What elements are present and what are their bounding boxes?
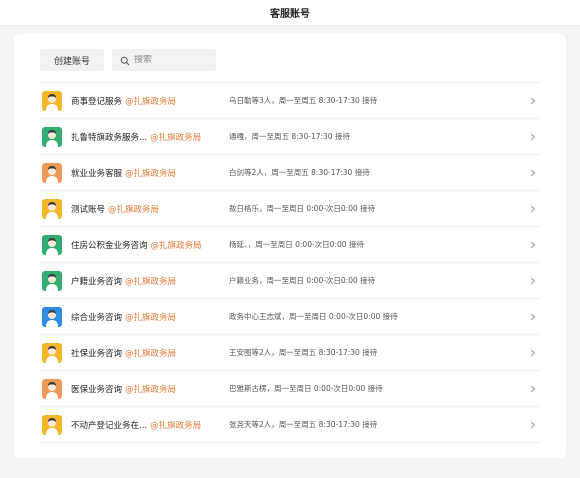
account-description: 杨延、，周一至周日 0:00-次日0:00 接待 [229, 240, 364, 249]
person-icon [42, 198, 62, 219]
account-name: 测试账号 [71, 204, 106, 215]
account-org: @扎旗政务局 [125, 276, 177, 287]
account-name-wrap: 综合业务咨询 @扎旗政务局 [71, 311, 229, 323]
chevron-right-icon [526, 205, 540, 213]
account-name-wrap: 医保业务咨询 @扎旗政务局 [71, 383, 229, 395]
chevron-right-icon [526, 421, 540, 429]
account-row[interactable]: 户籍业务咨询 @扎旗政务局 户籍业务，周一至周日 0:00-次日0:00 接待 [40, 263, 540, 299]
account-row[interactable]: 社保业务咨询 @扎旗政务局 王安图等2人，周一至周五 8:30-17:30 接待 [40, 335, 540, 371]
account-org: @扎旗政务局 [150, 420, 202, 431]
person-icon [42, 234, 62, 255]
person-icon [42, 306, 62, 327]
chevron-right-icon [526, 241, 540, 249]
create-account-button[interactable]: 创建账号 [40, 49, 104, 71]
account-org: @扎旗政务局 [125, 168, 177, 179]
account-name: 不动产登记业务在... [71, 420, 148, 431]
person-icon [42, 162, 62, 183]
account-name: 医保业务咨询 [71, 384, 123, 395]
chevron-right-icon [526, 133, 540, 141]
account-description: 张尧天等2人，周一至周五 8:30-17:30 接待 [229, 420, 378, 429]
account-row[interactable]: 不动产登记业务在... @扎旗政务局 张尧天等2人，周一至周五 8:30-17:3… [40, 407, 540, 443]
account-list: 商事登记服务 @扎旗政务局 乌日勒等3人，周一至周五 8:30-17:30 接待 … [40, 82, 540, 443]
account-row[interactable]: 测试账号 @扎旗政务局 敖日格乐，周一至周日 0:00-次日0:00 接待 [40, 191, 540, 227]
account-row[interactable]: 商事登记服务 @扎旗政务局 乌日勒等3人，周一至周五 8:30-17:30 接待 [40, 83, 540, 119]
account-org: @扎旗政务局 [150, 132, 202, 143]
account-name: 扎鲁特旗政务服务... [71, 132, 148, 143]
person-icon [42, 126, 62, 147]
person-icon [42, 378, 62, 399]
account-description: 乌日勒等3人，周一至周五 8:30-17:30 接待 [229, 96, 378, 105]
account-description: 白剑等2人，周一至周五 8:30-17:30 接待 [229, 168, 370, 177]
account-name: 就业业务客服 [71, 168, 123, 179]
account-row[interactable]: 就业业务客服 @扎旗政务局 白剑等2人，周一至周五 8:30-17:30 接待 [40, 155, 540, 191]
account-description: 敖日格乐，周一至周日 0:00-次日0:00 接待 [229, 204, 376, 213]
person-icon [42, 90, 62, 111]
account-name-wrap: 就业业务客服 @扎旗政务局 [71, 167, 229, 179]
account-name-wrap: 户籍业务咨询 @扎旗政务局 [71, 275, 229, 287]
account-description: 王安图等2人，周一至周五 8:30-17:30 接待 [229, 348, 378, 357]
account-description: 通嘎，周一至周五 8:30-17:30 接待 [229, 132, 350, 141]
account-name-wrap: 测试账号 @扎旗政务局 [71, 203, 229, 215]
account-org: @扎旗政务局 [125, 348, 177, 359]
account-card: 创建账号 商事登记服务@扎旗政务局 乌日勒等3人，周一至周五 8:30-17:3… [14, 34, 566, 458]
account-row[interactable]: 医保业务咨询 @扎旗政务局 巴雅斯古楞，周一至周日 0:00-次日0:00 接待 [40, 371, 540, 407]
account-org: @扎旗政务局 [125, 384, 177, 395]
search-box[interactable] [112, 49, 216, 71]
search-icon [120, 51, 130, 70]
search-input[interactable] [134, 55, 206, 65]
account-name: 住房公积金业务咨询 [71, 240, 148, 251]
account-row[interactable]: 住房公积金业务咨询 @扎旗政务局 杨延、，周一至周日 0:00-次日0:00 接待 [40, 227, 540, 263]
chevron-right-icon [526, 277, 540, 285]
account-name: 综合业务咨询 [71, 312, 123, 323]
account-name-wrap: 社保业务咨询 @扎旗政务局 [71, 347, 229, 359]
chevron-right-icon [526, 97, 540, 105]
account-org: @扎旗政务局 [125, 96, 177, 107]
account-name: 户籍业务咨询 [71, 276, 123, 287]
page-title: 客服账号 [270, 9, 310, 20]
account-name: 商事登记服务 [71, 96, 123, 107]
chevron-right-icon [526, 385, 540, 393]
account-org: @扎旗政务局 [108, 204, 160, 215]
account-org: @扎旗政务局 [150, 240, 202, 251]
account-name-wrap: 商事登记服务 @扎旗政务局 [71, 95, 229, 107]
chevron-right-icon [526, 313, 540, 321]
toolbar: 创建账号 [40, 49, 216, 71]
person-icon [42, 342, 62, 363]
account-description: 政务中心王志斌，周一至周日 0:00-次日0:00 接待 [229, 312, 398, 321]
account-description: 巴雅斯古楞，周一至周日 0:00-次日0:00 接待 [229, 384, 383, 393]
chevron-right-icon [526, 349, 540, 357]
account-name: 社保业务咨询 [71, 348, 123, 359]
account-name-wrap: 不动产登记业务在... @扎旗政务局 [71, 419, 229, 431]
account-description: 户籍业务，周一至周日 0:00-次日0:00 接待 [229, 276, 376, 285]
chevron-right-icon [526, 169, 540, 177]
account-org: @扎旗政务局 [125, 312, 177, 323]
account-name-wrap: 住房公积金业务咨询 @扎旗政务局 [71, 239, 229, 251]
account-row[interactable]: 扎鲁特旗政务服务... @扎旗政务局 通嘎，周一至周五 8:30-17:30 接待 [40, 119, 540, 155]
person-icon [42, 414, 62, 435]
account-row[interactable]: 综合业务咨询 @扎旗政务局 政务中心王志斌，周一至周日 0:00-次日0:00 接… [40, 299, 540, 335]
account-name-wrap: 扎鲁特旗政务服务... @扎旗政务局 [71, 131, 229, 143]
person-icon [42, 270, 62, 291]
top-bar: 客服账号 [0, 0, 580, 26]
